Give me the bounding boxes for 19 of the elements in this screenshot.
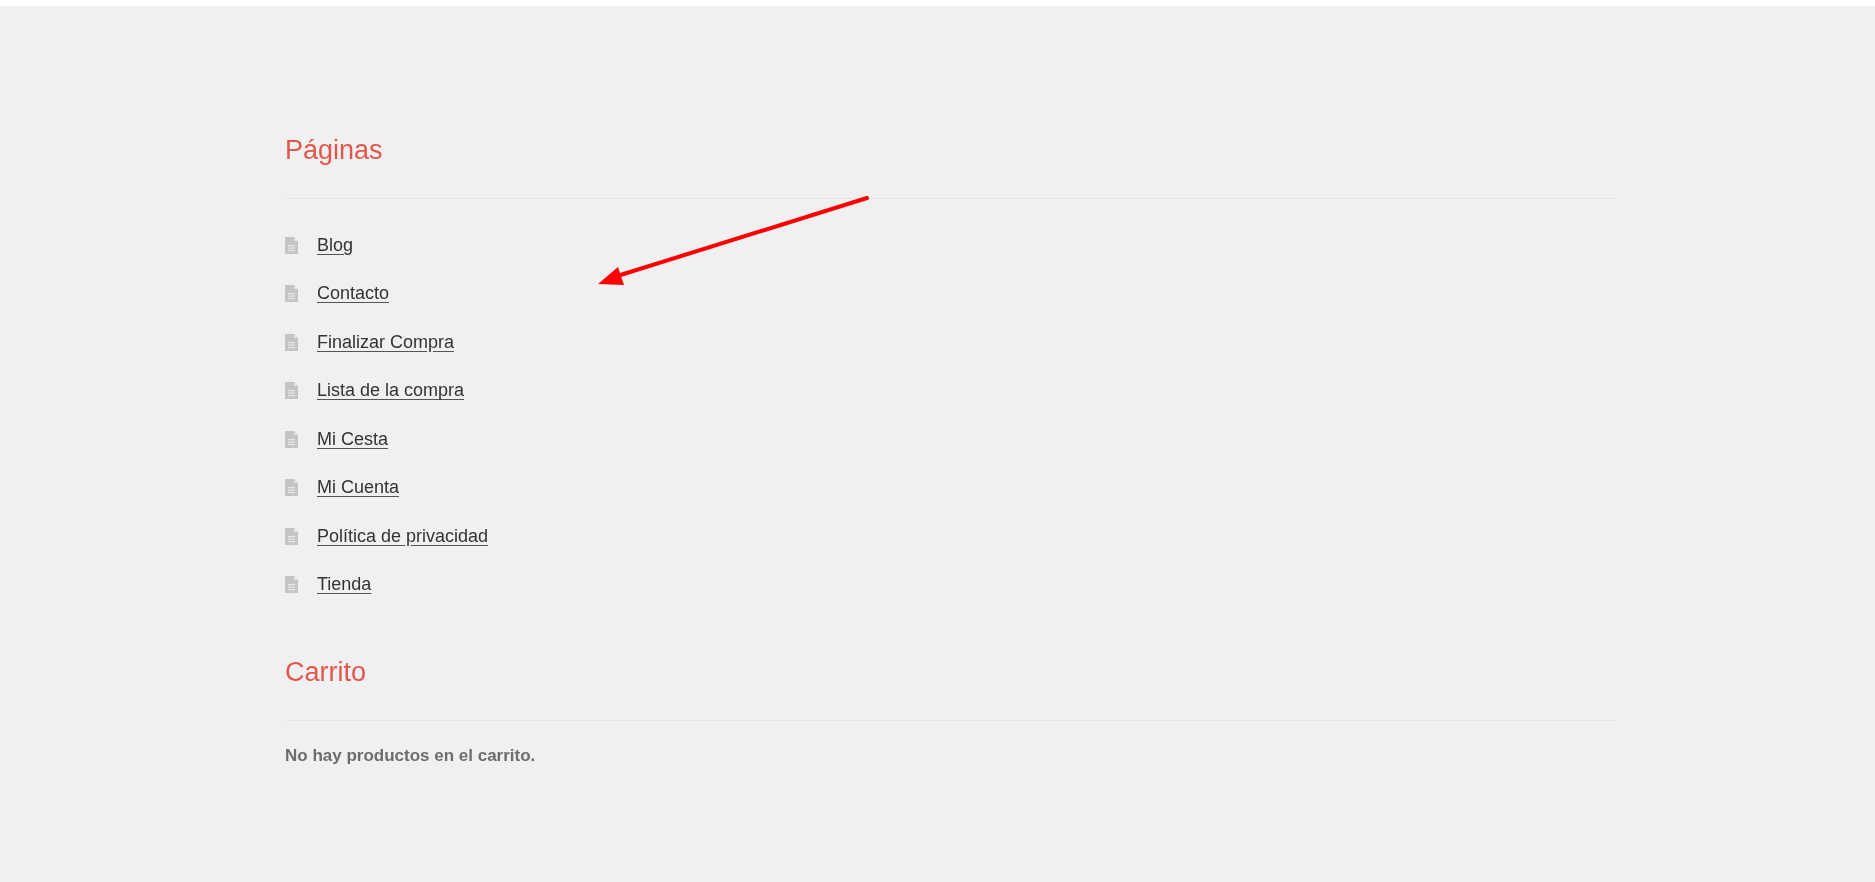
section-title: Páginas	[285, 134, 384, 167]
section-title: Carrito	[285, 656, 367, 689]
page-link[interactable]: Mi Cuenta	[317, 474, 400, 502]
page-link[interactable]: Mi Cesta	[317, 425, 388, 453]
page-link[interactable]: Política de privacidad	[317, 522, 489, 550]
page-link[interactable]: Tienda	[317, 571, 372, 599]
page-link[interactable]: Finalizar Compra	[317, 328, 455, 356]
page-icon	[285, 333, 298, 351]
page-icon	[285, 527, 298, 545]
page-icon	[285, 430, 298, 448]
page-icon	[285, 479, 298, 497]
page-link[interactable]: Blog	[317, 231, 354, 259]
empty-cart-message: No hay productos en el carrito.	[285, 745, 537, 767]
page-icon	[285, 285, 298, 303]
page-icon	[285, 382, 298, 400]
page-link[interactable]: Contacto	[317, 280, 390, 308]
page-link[interactable]: Lista de la compra	[317, 377, 465, 405]
page-icon	[285, 576, 298, 594]
page-icon	[285, 236, 298, 254]
